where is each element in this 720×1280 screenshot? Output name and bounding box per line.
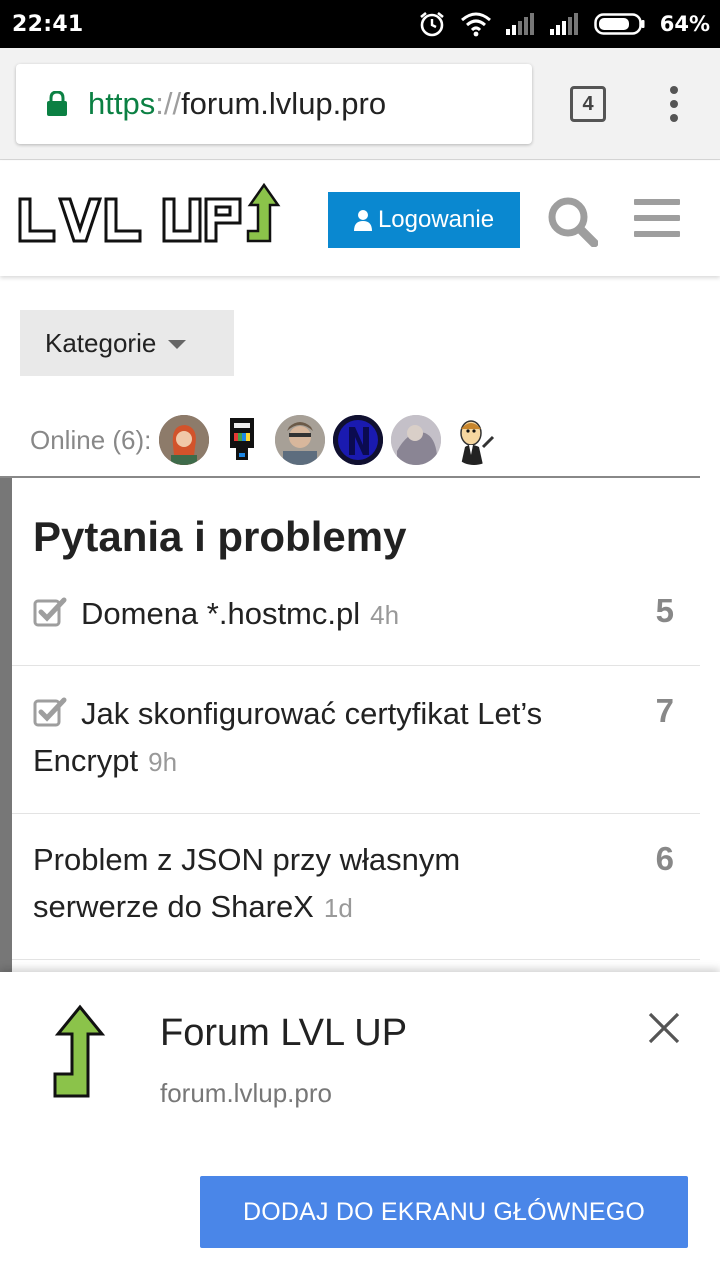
add-to-homescreen-banner: Forum LVL UP forum.lvlup.pro DODAJ DO EK… <box>0 972 720 1280</box>
topic-row[interactable]: Jak skonfigurować certyfikat Let’s Encry… <box>12 666 700 814</box>
online-users: Online (6): <box>30 414 507 466</box>
user-avatar[interactable] <box>159 415 210 465</box>
add-to-homescreen-button[interactable]: DODAJ DO EKRANU GŁÓWNEGO <box>200 1176 688 1248</box>
signal-icon-1 <box>505 13 534 35</box>
avatar-image <box>460 420 495 465</box>
user-avatar[interactable] <box>391 415 442 465</box>
hamburger-bar <box>634 231 680 237</box>
user-avatar[interactable] <box>333 415 384 465</box>
menu-dot <box>670 86 678 94</box>
categories-dropdown[interactable]: Kategorie <box>20 310 234 376</box>
browser-menu-button[interactable] <box>660 84 688 124</box>
topic-post-count: 5 <box>655 592 674 629</box>
site-header: Logowanie <box>0 161 720 276</box>
menu-dot <box>670 114 678 122</box>
online-label: Online (6): <box>30 424 152 455</box>
hamburger-bar <box>634 215 680 221</box>
status-bar: 22:41 64% <box>0 0 720 48</box>
url-separator: :// <box>155 86 182 121</box>
category-color-bar <box>0 478 12 988</box>
user-icon <box>353 210 372 231</box>
site-logo[interactable] <box>18 182 282 250</box>
avatar-image <box>333 415 384 465</box>
categories-label: Kategorie <box>45 327 157 358</box>
browser-toolbar: https://forum.lvlup.pro 4 <box>0 48 720 160</box>
user-avatar[interactable] <box>217 415 268 465</box>
topic-age: 1d <box>323 893 353 923</box>
login-button[interactable]: Logowanie <box>328 192 520 248</box>
search-button[interactable] <box>546 195 599 252</box>
topic-title-text: Problem z JSON przy własnym serwerze do … <box>33 842 461 924</box>
topic-post-count: 7 <box>655 692 674 729</box>
status-icons: 64% <box>418 10 710 38</box>
solved-check-icon <box>33 597 67 627</box>
avatar-image <box>230 418 255 460</box>
url-host: forum.lvlup.pro <box>181 86 387 121</box>
address-bar[interactable]: https://forum.lvlup.pro <box>16 64 532 144</box>
battery-percent: 64% <box>659 12 710 36</box>
battery-icon <box>593 13 645 35</box>
topic-row[interactable]: Domena *.hostmc.pl 4h 5 <box>12 578 700 666</box>
avatar-image <box>391 415 442 465</box>
banner-app-url: forum.lvlup.pro <box>160 1078 332 1108</box>
topic-title[interactable]: Jak skonfigurować certyfikat Let’s Encry… <box>33 690 623 786</box>
topic-post-count: 6 <box>655 840 674 877</box>
topic-title-text: Jak skonfigurować certyfikat Let’s Encry… <box>33 696 543 778</box>
banner-close-button[interactable] <box>646 1010 682 1046</box>
avatar-image <box>275 415 326 465</box>
login-label: Logowanie <box>377 206 495 233</box>
lvlup-logo-icon <box>18 182 281 243</box>
topic-title[interactable]: Problem z JSON przy własnym serwerze do … <box>33 836 573 932</box>
topic-list: Pytania i problemy Domena *.hostmc.pl 4h … <box>0 476 700 988</box>
hamburger-menu-button[interactable] <box>634 199 680 237</box>
url-scheme: https <box>88 86 156 121</box>
search-icon <box>548 197 599 248</box>
user-avatar[interactable] <box>275 415 326 465</box>
topic-age: 4h <box>370 600 400 630</box>
hamburger-bar <box>634 199 680 205</box>
status-time: 22:41 <box>12 12 84 37</box>
close-icon <box>648 1012 680 1044</box>
topic-age: 9h <box>148 747 178 777</box>
topic-row[interactable]: Problem z JSON przy własnym serwerze do … <box>12 814 700 960</box>
caret-down-icon <box>168 339 187 349</box>
solved-check-icon <box>33 697 67 727</box>
banner-app-title: Forum LVL UP <box>160 1012 408 1054</box>
wifi-icon <box>460 12 491 37</box>
user-avatar[interactable] <box>449 415 500 465</box>
url-text: https://forum.lvlup.pro <box>88 86 386 122</box>
tab-switcher-button[interactable]: 4 <box>570 86 606 122</box>
signal-icon-2 <box>549 13 578 35</box>
menu-dot <box>670 100 678 108</box>
topic-title-text: Domena *.hostmc.pl <box>81 596 361 631</box>
category-title[interactable]: Pytania i problemy <box>33 513 406 561</box>
screen: 22:41 64% https://forum.lvlup.pro 4 Logo… <box>0 0 720 1280</box>
avatar-image <box>159 415 210 465</box>
alarm-icon <box>419 11 444 37</box>
topic-title[interactable]: Domena *.hostmc.pl 4h <box>33 590 623 639</box>
lock-icon <box>47 91 67 116</box>
app-arrow-logo-icon <box>53 1004 106 1098</box>
